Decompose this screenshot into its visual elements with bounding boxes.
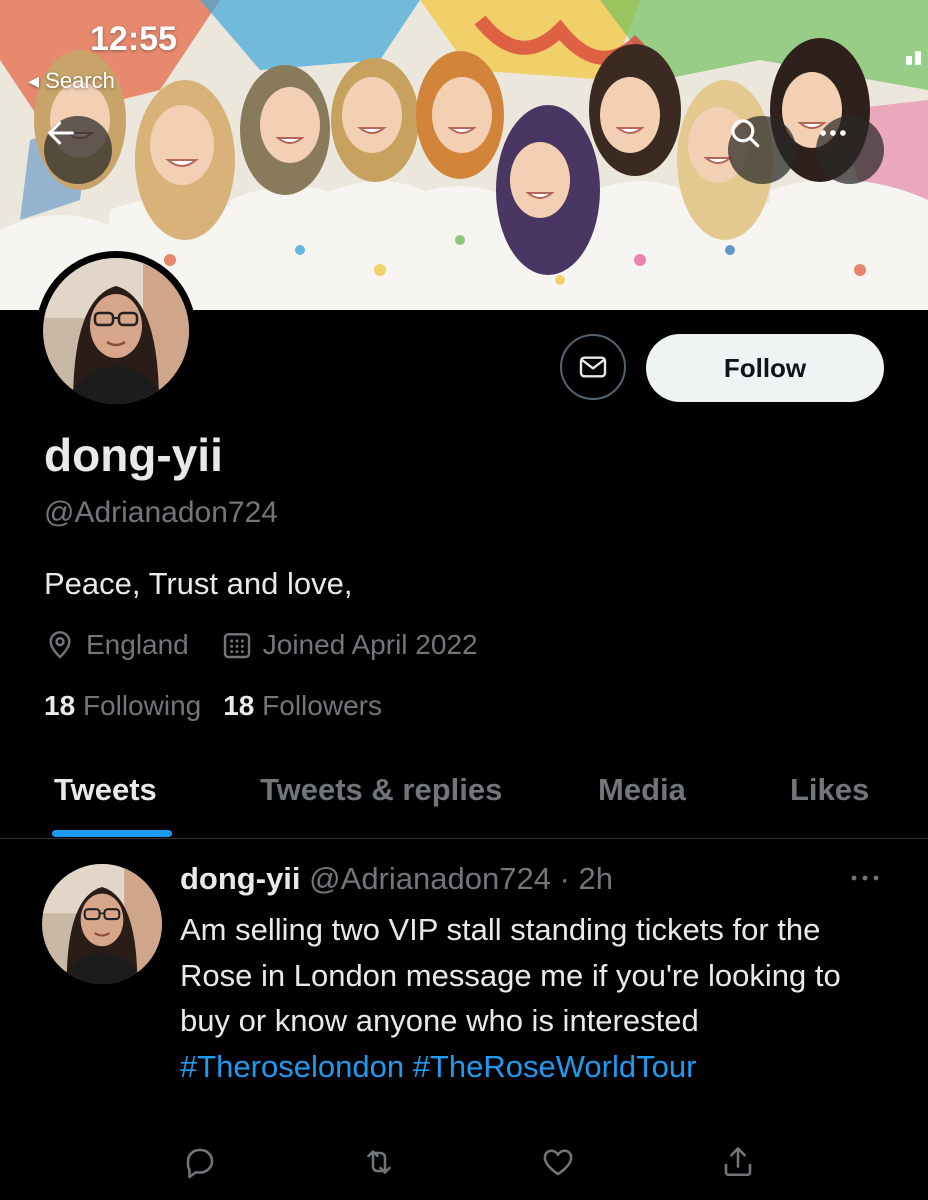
status-time: 12:55 [90, 20, 177, 58]
search-button[interactable] [728, 116, 796, 184]
reply-icon [186, 1148, 214, 1179]
tab-likes[interactable]: Likes [790, 772, 869, 808]
tweet-more-button[interactable] [848, 868, 882, 893]
tab-media[interactable]: Media [598, 772, 686, 808]
following-count: 18 [44, 690, 76, 721]
share-button[interactable] [720, 1144, 756, 1185]
profile-meta: England Joined April 2022 [44, 626, 510, 664]
profile-bio: Peace, Trust and love, [44, 566, 353, 601]
user-handle: @Adrianadon724 [44, 496, 278, 529]
hashtag-link[interactable]: #TheRoseWorldTour [413, 1049, 697, 1084]
more-horizontal-icon [820, 130, 846, 136]
calendar-icon [223, 633, 250, 659]
avatar-image [43, 258, 189, 404]
tab-tweets-replies[interactable]: Tweets & replies [260, 772, 502, 808]
message-button[interactable] [560, 334, 626, 400]
search-icon [731, 119, 760, 148]
heart-icon [543, 1149, 573, 1176]
tweet-time[interactable]: 2h [579, 861, 613, 896]
retweet-button[interactable] [360, 1144, 398, 1185]
follow-counts: 18 Following 18 Followers [44, 690, 404, 722]
more-options-button[interactable] [816, 116, 884, 184]
hashtag-link[interactable]: #Theroselondon [180, 1049, 404, 1084]
more-horizontal-icon [851, 875, 879, 881]
joined-item: Joined April 2022 [221, 629, 478, 661]
location-item: England [44, 629, 189, 661]
tweet-avatar[interactable] [42, 864, 162, 984]
back-to-search-link[interactable]: ◂ Search [28, 68, 115, 94]
tweet-text-content: Am selling two VIP stall standing ticket… [180, 912, 841, 1038]
profile-tabs: Tweets Tweets & replies Media Likes [0, 762, 928, 839]
tab-tweets[interactable]: Tweets [54, 772, 157, 808]
tweet-text: Am selling two VIP stall standing ticket… [180, 907, 880, 1089]
display-name: dong-yii [44, 429, 223, 481]
location-text: England [86, 629, 189, 660]
tweet-author-handle[interactable]: @Adrianadon724 [309, 861, 551, 896]
envelope-icon [579, 356, 607, 378]
retweet-icon [367, 1150, 391, 1174]
active-tab-indicator [52, 830, 172, 837]
followers-label: Followers [262, 690, 382, 721]
reply-button[interactable] [182, 1144, 218, 1185]
share-icon [724, 1147, 752, 1177]
followers-link[interactable]: 18 Followers [223, 690, 382, 722]
tweet-separator: · [550, 861, 579, 896]
joined-text: Joined April 2022 [262, 629, 478, 660]
tweet-author-name[interactable]: dong-yii [180, 861, 301, 896]
back-button[interactable] [44, 116, 112, 184]
following-link[interactable]: 18 Following [44, 690, 201, 722]
cellular-signal-icon [906, 51, 921, 65]
arrow-left-icon [48, 121, 74, 145]
follow-button[interactable]: Follow [646, 334, 884, 402]
tweet-header: dong-yii @Adrianadon724 · 2h [180, 861, 613, 897]
like-button[interactable] [540, 1144, 576, 1185]
profile-avatar[interactable] [36, 251, 196, 411]
followers-count: 18 [223, 690, 255, 721]
location-pin-icon [49, 631, 71, 659]
following-label: Following [82, 690, 202, 721]
